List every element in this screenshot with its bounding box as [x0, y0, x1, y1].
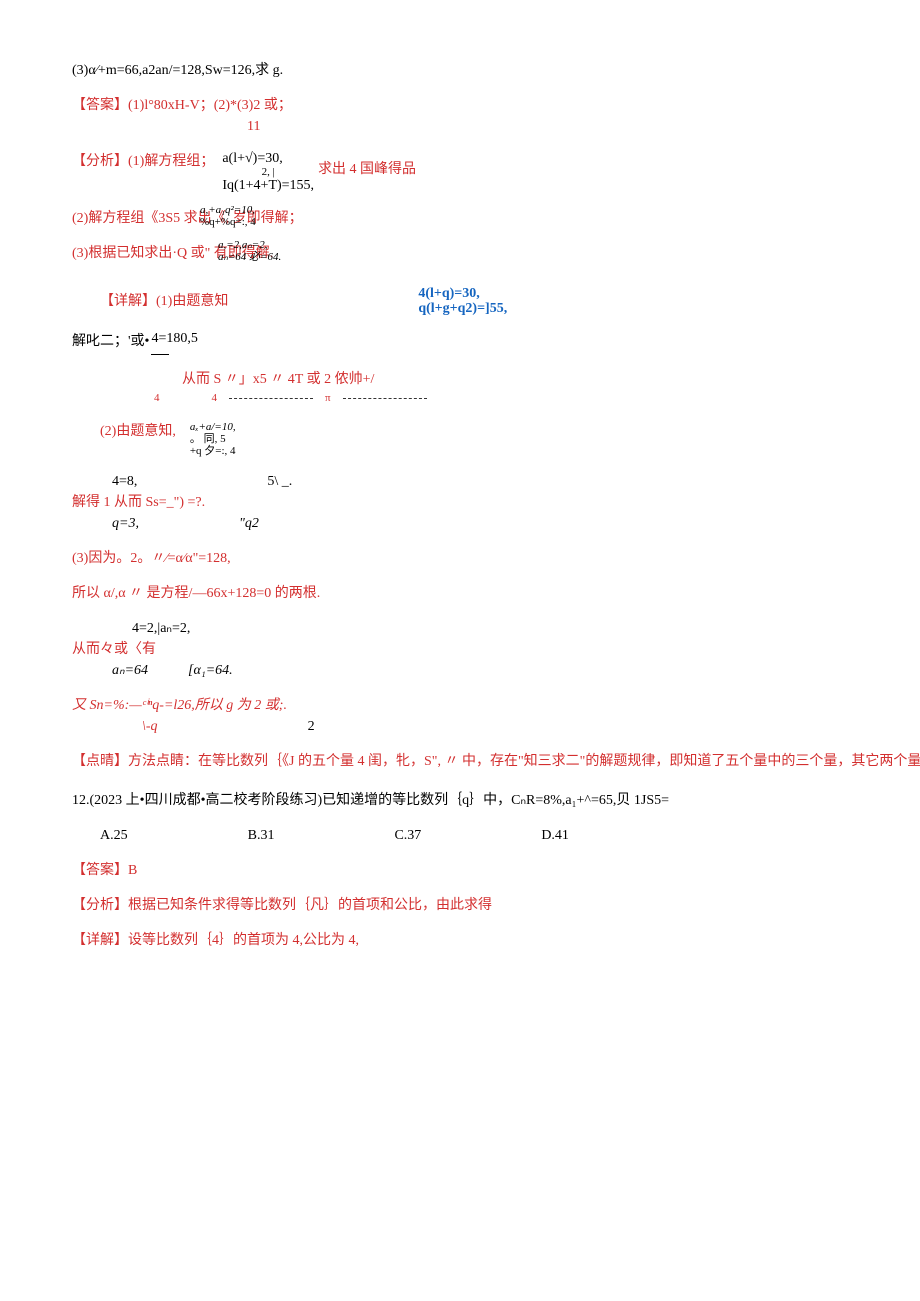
- jiede-1-mid: 解得 1 从而 Ss=_") =?.: [72, 492, 920, 513]
- jie-hu-top: 4=180,5: [151, 331, 197, 346]
- xiangjie-1-top: 4(l+q)=30,: [418, 286, 507, 301]
- you-sn-top: 又 Sn=%:—ᶜⁱⁿq-=l26,所以 g 为 2 或;.: [72, 695, 920, 716]
- q12-choice-c: C.37: [394, 825, 421, 846]
- xiangjie-1-lead: 【详解】(1)由题意知: [72, 291, 228, 312]
- answer-block: 【答案】(1)l°80xH-V；(2)*(3)2 或； 11: [72, 95, 920, 137]
- xiangjie-1: 【详解】(1)由题意知 4(l+q)=30, q(l+g+q2)=]55,: [72, 286, 920, 317]
- conger-top: 4=2,|aₙ=2,: [72, 618, 920, 639]
- analysis-3-top: a,=2,aₙ=2,: [218, 239, 281, 251]
- text-p3: (3)α⁄+m=66,a2an/=128,Sw=126,求 g.: [72, 63, 283, 78]
- short-underline-icon: [151, 346, 169, 355]
- you-sn-block: 又 Sn=%:—ᶜⁱⁿq-=l26,所以 g 为 2 或;. \-q 2: [72, 695, 920, 737]
- q12-stem: 12.(2023 上•四川成都•高二校考阶段练习)已知递增的等比数列｛q｝中，C…: [72, 790, 920, 811]
- q12-choices: A.25 B.31 C.37 D.41: [72, 825, 920, 846]
- q12-xiangjie-text: 【详解】设等比数列｛4｝的首项为 4,公比为 4,: [72, 933, 359, 948]
- q12-answer: 【答案】B: [72, 860, 920, 881]
- part2b-bot: +q 夕=:, 4: [190, 445, 236, 457]
- analysis-1-frac-top: a(l+√)=30,: [222, 151, 314, 166]
- analysis-3: (3)根据已知求出·Q 或" 有即得解. a,=2,aₙ=2, aₙ=64 必=…: [72, 243, 920, 264]
- jiede-1-bot-r: "q2: [239, 513, 259, 534]
- suoyi-text: 所以 α/,α 〃 是方程/—66x+128=0 的两根.: [72, 586, 320, 601]
- answer-line-2: 11: [72, 116, 920, 137]
- part2b-mid: 。 同, 5: [190, 433, 236, 445]
- xiangjie-1-bot: q(l+g+q2)=]55,: [418, 301, 507, 316]
- jie-hu-lead: 解叱二；'或•: [72, 331, 149, 352]
- analysis-1-frac-bot: Iq(1+4+T)=155,: [222, 178, 314, 193]
- conger-bot-l: aₙ=64: [112, 660, 148, 681]
- suoyi-line: 所以 α/,α 〃 是方程/—66x+128=0 的两根.: [72, 583, 920, 604]
- so-sub-pi: π: [325, 390, 331, 407]
- q12-analysis: 【分析】根据已知条件求得等比数列｛凡｝的首项和公比，由此求得: [72, 895, 920, 916]
- you-sn-bot-r: 2: [308, 716, 315, 737]
- analysis-1-tail: 求出 4 国峰得品: [318, 159, 416, 180]
- part2b-top: aₓ+a/=10,: [190, 421, 236, 433]
- q12-choice-b: B.31: [248, 825, 275, 846]
- conger-block: 4=2,|aₙ=2, 从而々或〈有 aₙ=64 [α₁=64.: [72, 618, 920, 681]
- dash-rule-right-icon: [343, 398, 427, 399]
- q12-stem-text: 12.(2023 上•四川成都•高二校考阶段练习)已知递增的等比数列｛q｝中，C…: [72, 793, 669, 808]
- analysis-3-bot: aₙ=64 必=64.: [218, 251, 281, 263]
- q12-analysis-text: 【分析】根据已知条件求得等比数列｛凡｝的首项和公比，由此求得: [72, 898, 492, 913]
- dianqing-text: 【点晴】方法点睛：在等比数列｛《J 的五个量 4 闺，牝，S", 〃 中，存在"…: [72, 754, 920, 769]
- part2b-lead: (2)由题意知,: [72, 421, 176, 442]
- part3b: (3)因为。2。〃⁄=α⁄α"=128,: [72, 548, 920, 569]
- jiede-1-top-r: 5\ _.: [267, 471, 292, 492]
- analysis-2-bot: %q+%q=:, 4: [200, 216, 256, 228]
- jiede-1-bot-l: q=3,: [112, 513, 139, 534]
- you-sn-bot-l: \-q: [142, 716, 158, 737]
- analysis-1-frac-mid: 2, |: [222, 166, 314, 178]
- analysis-2: (2)解方程组《3S5 求出《, 岁即得解； a,+a₁q²=10, %q+%q…: [72, 208, 920, 229]
- jie-hu: 解叱二；'或• 4=180,5: [72, 331, 920, 355]
- part3b-text: (3)因为。2。〃⁄=α⁄α"=128,: [72, 551, 231, 566]
- analysis-1-lead: 【分析】(1)解方程组；: [72, 151, 214, 172]
- so-sub-4b: 4: [212, 390, 218, 407]
- q12-choice-a: A.25: [100, 825, 128, 846]
- dianqing: 【点晴】方法点睛：在等比数列｛《J 的五个量 4 闺，牝，S", 〃 中，存在"…: [72, 751, 920, 772]
- analysis-2-lead: (2)解方程组《3S5 求出《, 岁即得解；: [72, 211, 303, 226]
- jiede-1: 4=8, 5\ _. 解得 1 从而 Ss=_") =?. q=3, "q2: [72, 471, 920, 534]
- jiede-1-top-l: 4=8,: [112, 471, 137, 492]
- analysis-1: 【分析】(1)解方程组； a(l+√)=30, 2, | Iq(1+4+T)=1…: [72, 151, 920, 194]
- q12-answer-text: 【答案】B: [72, 863, 137, 878]
- answer-line-1: 【答案】(1)l°80xH-V；(2)*(3)2 或；: [72, 95, 920, 116]
- part2b: (2)由题意知, aₓ+a/=10, 。 同, 5 +q 夕=:, 4: [72, 421, 920, 457]
- conger-bot-r: [α₁=64.: [188, 660, 233, 681]
- so-line-text: 从而 S 〃」x5 〃 4T 或 2 侬帅+/: [182, 369, 920, 390]
- q12-choice-d: D.41: [541, 825, 569, 846]
- analysis-2-top: a,+a₁q²=10,: [200, 204, 256, 216]
- so-sub-4a: 4: [154, 390, 160, 407]
- conger-mid: 从而々或〈有: [72, 639, 920, 660]
- dash-rule-left-icon: [229, 398, 313, 399]
- q12-xiangjie: 【详解】设等比数列｛4｝的首项为 4,公比为 4,: [72, 930, 920, 951]
- so-line: 从而 S 〃」x5 〃 4T 或 2 侬帅+/ 4 4 π: [72, 369, 920, 407]
- paragraph-p3: (3)α⁄+m=66,a2an/=128,Sw=126,求 g.: [72, 60, 920, 81]
